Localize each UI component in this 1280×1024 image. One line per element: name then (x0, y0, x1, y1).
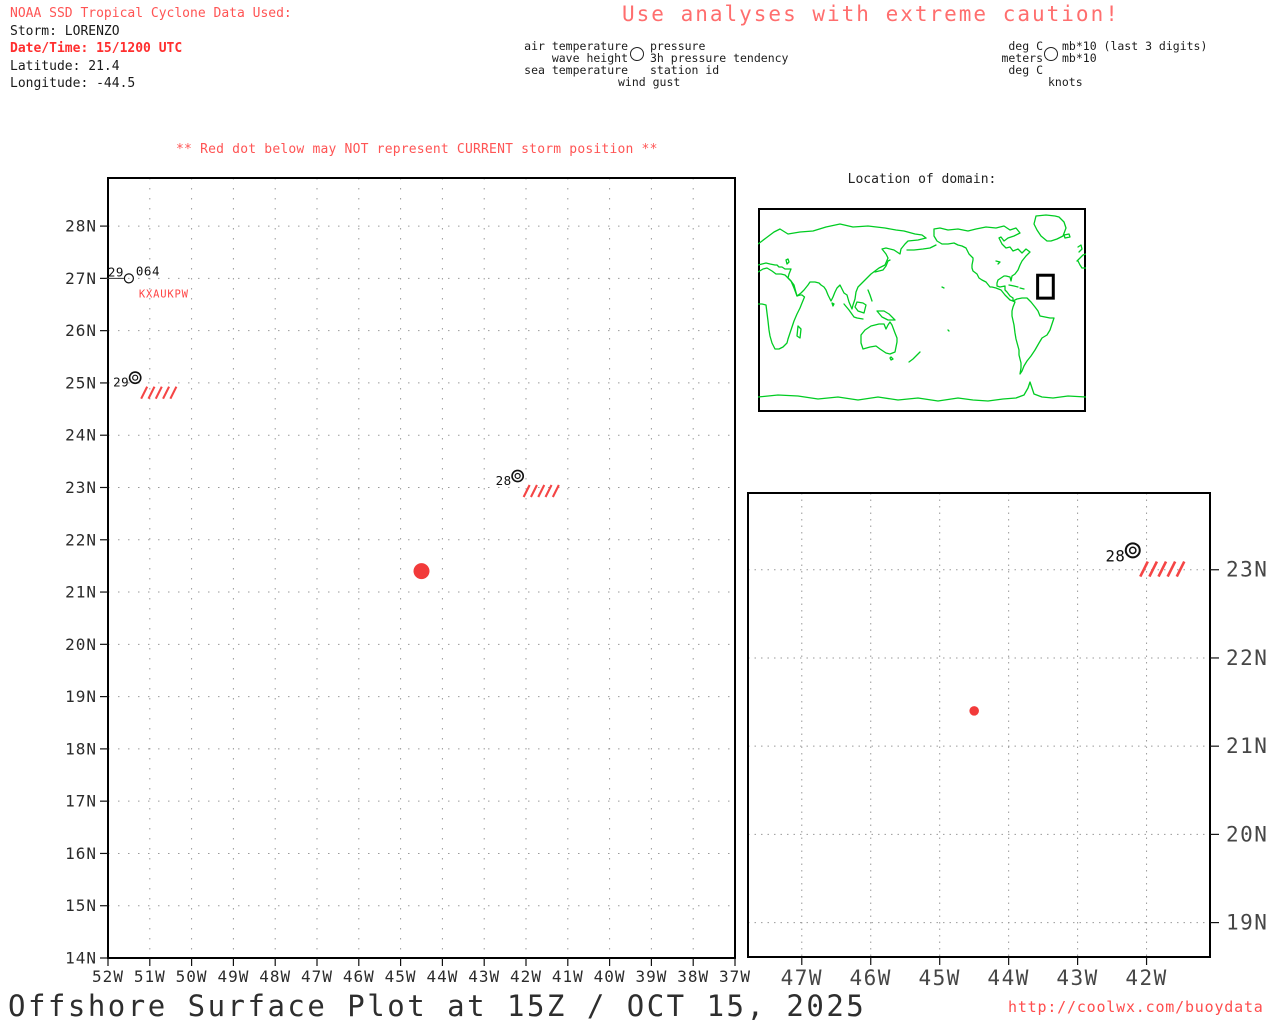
station-air-temp: 28 (496, 473, 512, 488)
y-tick-label: 15N (65, 896, 97, 915)
storm-position-dot (414, 563, 430, 579)
no-data-slash (1159, 562, 1167, 577)
y-tick-label: 14N (65, 949, 97, 968)
x-tick-label: 42W (510, 967, 542, 986)
x-tick-label: 47W (301, 967, 333, 986)
no-data-slash (141, 387, 147, 399)
y-tick-label: 19N (65, 687, 97, 706)
y-tick-label: 16N (65, 844, 97, 863)
no-data-slash (524, 485, 530, 497)
x-tick-label: 41W (552, 967, 584, 986)
y-tick-label: 20N (1226, 822, 1268, 846)
y-tick-label: 20N (65, 635, 97, 654)
y-tick-label: 23N (1226, 558, 1268, 582)
no-data-slash (1140, 562, 1148, 577)
y-tick-label: 25N (65, 373, 97, 392)
surface-plot-canvas: 52W 51W 50W 49W 48W 47W 46W 45W 44W 43W 42W 41W 40W 3… (0, 0, 1280, 1024)
y-tick-label: 22N (1226, 646, 1268, 670)
buoy-outer-circle (130, 372, 141, 383)
no-data-slash (553, 485, 559, 497)
world-coastlines (758, 215, 1086, 401)
x-tick-label: 40W (594, 967, 626, 986)
buoy-inner-circle (1130, 547, 1136, 553)
x-tick-label: 42W (1125, 966, 1167, 990)
buoy-outer-circle (512, 470, 523, 481)
y-tick-label: 17N (65, 792, 97, 811)
x-tick-label: 49W (217, 967, 249, 986)
x-tick-label: 39W (635, 967, 667, 986)
y-tick-label: 27N (65, 269, 97, 288)
x-tick-label: 47W (781, 966, 823, 990)
station-air-temp: 29 (108, 264, 124, 279)
y-tick-label: 22N (65, 530, 97, 549)
zoom-inset-border (748, 493, 1210, 957)
buoy-surface-plot-page: NOAA SSD Tropical Cyclone Data Used: Sto… (0, 0, 1280, 1024)
y-tick-label: 21N (1226, 734, 1268, 758)
x-tick-label: 45W (918, 966, 960, 990)
world-locator-map (758, 208, 1086, 412)
x-tick-label: 48W (259, 967, 291, 986)
x-tick-label: 37W (719, 967, 751, 986)
storm-position-dot (969, 706, 979, 716)
y-tick-label: 19N (1226, 911, 1268, 935)
no-data-slash (170, 387, 176, 399)
x-tick-label: 46W (343, 967, 375, 986)
no-data-slash (1149, 562, 1157, 577)
x-tick-label: 51W (134, 967, 166, 986)
source-url-link[interactable]: http://coolwx.com/buoydata (1008, 998, 1264, 1016)
buoy-inner-circle (133, 375, 138, 380)
no-data-slash (546, 485, 552, 497)
x-tick-label: 44W (987, 966, 1029, 990)
y-tick-label: 21N (65, 583, 97, 602)
y-tick-label: 26N (65, 321, 97, 340)
x-tick-label: 38W (677, 967, 709, 986)
x-tick-label: 50W (176, 967, 208, 986)
station-air-temp: 29 (113, 375, 129, 390)
no-data-slash (531, 485, 537, 497)
no-data-slash (538, 485, 544, 497)
x-tick-label: 44W (426, 967, 458, 986)
domain-rectangle (1038, 275, 1054, 298)
station-id-label: KXAUKPW (139, 288, 189, 300)
station-air-temp: 28 (1105, 548, 1125, 566)
y-tick-label: 23N (65, 478, 97, 497)
x-tick-label: 46W (850, 966, 892, 990)
y-tick-label: 24N (65, 426, 97, 445)
no-data-slash (1177, 562, 1185, 577)
x-tick-label: 43W (1056, 966, 1098, 990)
y-tick-label: 18N (65, 739, 97, 758)
no-data-slash (163, 387, 169, 399)
plot-title: Offshore Surface Plot at 15Z / OCT 15, 2… (8, 989, 866, 1023)
x-tick-label: 52W (92, 967, 124, 986)
buoy-outer-circle (1126, 543, 1140, 557)
no-data-slash (1168, 562, 1176, 577)
station-pressure: 064 (136, 263, 160, 278)
buoy-inner-circle (515, 473, 520, 478)
x-tick-label: 43W (468, 967, 500, 986)
y-tick-label: 28N (65, 217, 97, 236)
x-tick-label: 45W (385, 967, 417, 986)
no-data-slash (156, 387, 162, 399)
